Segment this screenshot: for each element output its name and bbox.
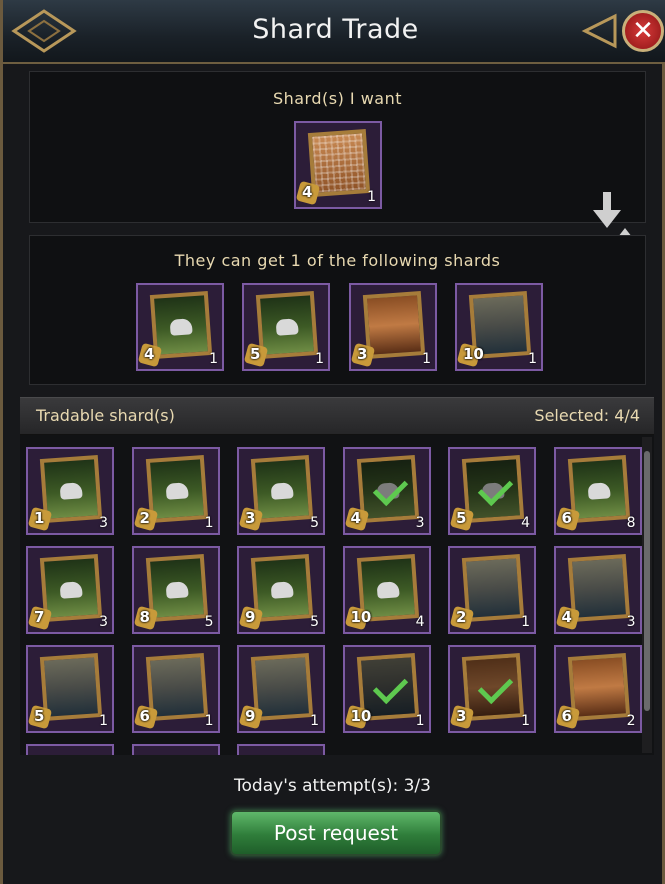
tradable-shard-partial[interactable]: [26, 744, 114, 755]
piece-number: 5: [250, 345, 261, 363]
shard-count: 5: [310, 515, 319, 531]
shard-count: 5: [204, 614, 214, 630]
piece-number: 3: [357, 345, 368, 363]
shard-trade-window: Shard Trade ✕ Shard(s) I want 41 They ca…: [0, 0, 665, 884]
tradable-shard[interactable]: 21: [131, 447, 220, 535]
piece-number: 9: [245, 707, 256, 725]
piece-number: 10: [463, 345, 484, 363]
piece-number: 2: [456, 608, 467, 626]
tradable-shard[interactable]: 31: [448, 645, 536, 733]
tradable-shard[interactable]: 13: [26, 447, 114, 535]
piece-number: 4: [302, 183, 313, 201]
offer-shard[interactable]: 10 1: [455, 283, 543, 371]
offer-panel: They can get 1 of the following shards 4…: [29, 235, 646, 385]
tradable-shard[interactable]: 54: [448, 447, 536, 535]
piece-number: 9: [245, 608, 256, 626]
shard-count: 1: [521, 713, 530, 729]
shard-count: 1: [367, 189, 376, 205]
piece-number: 7: [34, 608, 45, 626]
shard-count: 5: [310, 614, 319, 630]
offer-shard[interactable]: 51: [242, 283, 330, 371]
close-icon: ✕: [632, 16, 654, 46]
attempts-counter: Today's attempt(s): 3/3: [234, 776, 431, 796]
piece-number: 6: [561, 509, 572, 527]
tradable-shard[interactable]: 73: [26, 546, 114, 634]
piece-number: 8: [139, 608, 150, 626]
wanted-shard[interactable]: 41: [294, 121, 382, 209]
piece-number: 10: [350, 707, 372, 725]
piece-number: 6: [139, 707, 150, 725]
selected-count: Selected: 4/4: [534, 406, 640, 425]
shard-count: 3: [99, 614, 108, 630]
piece-number: 4: [561, 608, 572, 626]
offer-shard[interactable]: 31: [349, 283, 437, 371]
tradable-shard[interactable]: 85: [131, 546, 220, 634]
tradable-shard[interactable]: 43: [553, 546, 642, 634]
shard-count: 4: [415, 614, 425, 630]
shard-count: 2: [626, 713, 636, 729]
shard-count: 3: [99, 515, 108, 531]
piece-number: 2: [139, 509, 150, 527]
tradable-shard[interactable]: 35: [237, 447, 325, 535]
window-title: Shard Trade: [252, 14, 419, 45]
piece-number: 6: [561, 707, 572, 725]
shard-count: 1: [310, 713, 319, 729]
tradable-shard[interactable]: 61: [131, 645, 220, 733]
tradable-shard[interactable]: 68: [553, 447, 642, 535]
tradable-shard[interactable]: 21: [448, 546, 536, 634]
piece-number: 1: [34, 509, 45, 527]
piece-number: 5: [34, 707, 45, 725]
tradable-shard[interactable]: 51: [26, 645, 114, 733]
shard-count: 1: [204, 515, 214, 531]
close-button[interactable]: ✕: [622, 10, 664, 52]
piece-number: 5: [456, 509, 467, 527]
post-request-button[interactable]: Post request: [230, 810, 442, 856]
shard-count: 1: [99, 713, 108, 729]
shard-count: 1: [204, 713, 214, 729]
shard-count: 3: [626, 614, 636, 630]
tradable-grid[interactable]: 1 3 2 1 3 5 4 3 5 4 6 8 7 3 8 5 9 5 10 4 2 1 4 3 5 1 6 1 9 1 10 1 3 1 6 2: [20, 435, 654, 755]
offer-label: They can get 1 of the following shards: [174, 251, 501, 270]
want-label: Shard(s) I want: [272, 89, 403, 108]
shard-count: 3: [415, 515, 425, 531]
tradable-label: Tradable shard(s): [36, 406, 175, 425]
tradable-shard[interactable]: 43: [342, 447, 431, 535]
scrollbar-thumb[interactable]: [644, 451, 650, 711]
piece-number: 4: [144, 345, 155, 363]
tradable-header: Tradable shard(s) Selected: 4/4: [20, 397, 654, 435]
shard-count: 1: [422, 351, 431, 367]
shard-count: 8: [626, 515, 636, 531]
tradable-shard-partial[interactable]: [237, 744, 325, 755]
tradable-shard[interactable]: 62: [553, 645, 642, 733]
piece-number: 3: [456, 707, 467, 725]
piece-number: 10: [350, 608, 372, 626]
window-header: Shard Trade ✕: [3, 0, 665, 64]
tradable-shard[interactable]: 95: [237, 546, 325, 634]
tradable-shard[interactable]: 91: [237, 645, 325, 733]
shard-count: 1: [521, 614, 530, 630]
tradable-shard-partial[interactable]: [131, 744, 220, 755]
shard-count: 1: [315, 351, 324, 367]
shard-count: 1: [209, 351, 218, 367]
piece-number: 3: [245, 509, 256, 527]
shard-count: 4: [521, 515, 530, 531]
tradable-shard[interactable]: 10 4: [342, 546, 431, 634]
grid-scrollbar[interactable]: [642, 437, 652, 753]
offer-shard[interactable]: 41: [136, 283, 224, 371]
tradable-shard[interactable]: 10 1: [342, 645, 431, 733]
shard-count: 1: [528, 351, 537, 367]
piece-number: 4: [350, 509, 361, 527]
want-panel: Shard(s) I want 41: [29, 71, 646, 223]
shard-count: 1: [415, 713, 425, 729]
